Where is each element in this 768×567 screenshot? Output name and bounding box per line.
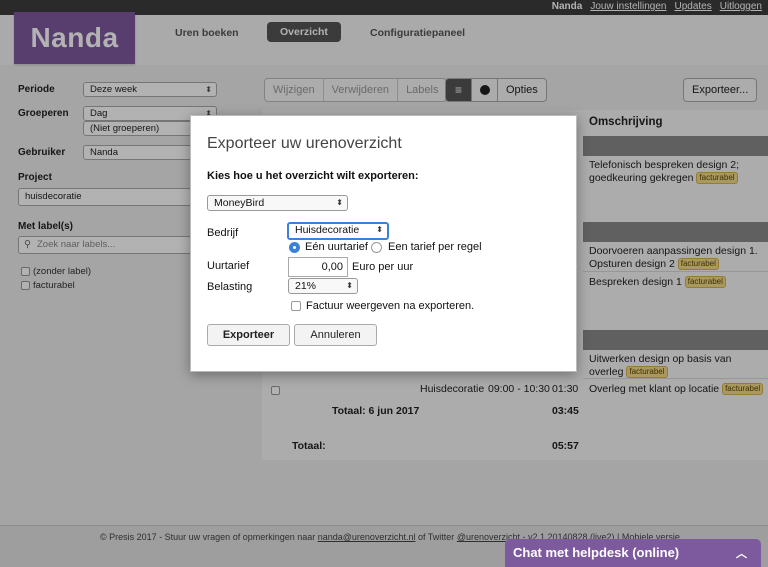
select-arrows-icon: ⬍ [346,281,353,290]
export-format-value: MoneyBird [214,197,265,209]
uurtarief-unit: Euro per uur [352,261,414,273]
factuur-weergeven-checkbox[interactable] [291,301,301,311]
dialog-cancel-button[interactable]: Annuleren [294,324,377,346]
bedrijf-select[interactable]: Huisdecoratie ⬍ [287,222,389,240]
dialog-question: Kies hoe u het overzicht wilt exporteren… [207,170,419,182]
dialog-export-button[interactable]: Exporteer [207,324,290,346]
chat-label: Chat met helpdesk (online) [513,545,680,560]
export-format-select[interactable]: MoneyBird ⬍ [207,195,348,211]
select-arrows-icon: ⬍ [376,225,383,234]
chat-helpdesk-button[interactable]: Chat met helpdesk (online) ︿ [505,539,761,567]
uurtarief-input[interactable]: 0,00 [288,257,348,277]
bedrijf-value: Huisdecoratie [295,224,360,236]
dialog-title: Exporteer uw urenoverzicht [207,135,402,152]
chevron-up-icon: ︿ [736,548,747,560]
bedrijf-label: Bedrijf [207,227,239,239]
belasting-value: 21% [295,280,317,292]
uurtarief-label: Uurtarief [207,260,250,272]
radio-tarief-per-regel-label: Een tarief per regel [388,241,482,253]
belasting-select[interactable]: 21% ⬍ [288,278,358,294]
export-dialog: Exporteer uw urenoverzicht Kies hoe u he… [190,115,577,372]
select-arrows-icon: ⬍ [336,198,343,207]
factuur-weergeven-label: Factuur weergeven na exporteren. [306,300,475,312]
radio-een-uurtarief-label: Eén uurtarief [305,241,368,253]
radio-een-uurtarief[interactable] [289,242,300,253]
belasting-label: Belasting [207,281,253,293]
radio-tarief-per-regel[interactable] [371,242,382,253]
